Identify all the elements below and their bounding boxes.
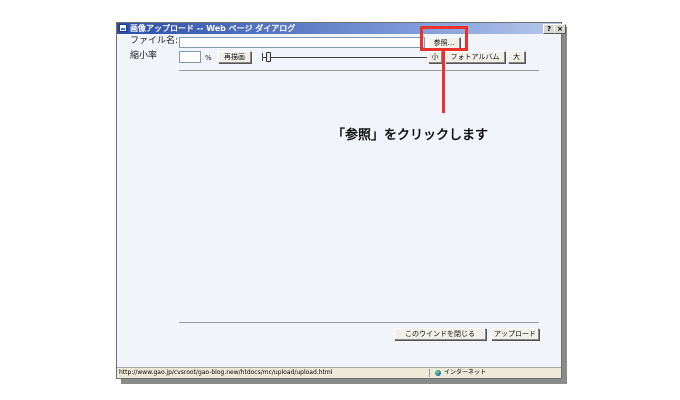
upload-button[interactable]: アップロード (491, 328, 539, 340)
close-button[interactable]: × (554, 24, 566, 34)
upload-dialog-window: 画像アップロード -- Web ページ ダイアログ ? × http://www… (116, 22, 566, 379)
large-button[interactable]: 大 (508, 51, 525, 63)
small-button[interactable]: 小 (428, 51, 442, 63)
close-window-button[interactable]: このウインドを閉じる (394, 328, 486, 340)
photo-album-button[interactable]: フォトアルバム (445, 51, 505, 63)
scale-slider-track[interactable] (262, 57, 427, 58)
status-bar: http://www.gao.jp/cvsroot/gao-blog.new/h… (117, 367, 561, 378)
window-title: 画像アップロード -- Web ページ ダイアログ (130, 24, 296, 33)
browse-highlight-box (420, 26, 468, 51)
internet-globe-icon (435, 369, 441, 376)
percent-unit: % (205, 54, 212, 62)
bottom-divider (179, 322, 539, 323)
status-url: http://www.gao.jp/cvsroot/gao-blog.new/h… (119, 369, 333, 376)
file-name-label: ファイル名: (130, 36, 179, 46)
scale-slider-thumb[interactable] (266, 52, 271, 62)
callout-pointer-line (442, 51, 445, 113)
status-zone-label: インターネット (444, 369, 487, 376)
redraw-button[interactable]: 再描画 (218, 51, 251, 63)
callout-text: 「参照」をクリックします (332, 128, 489, 143)
status-zone: インターネット (435, 368, 486, 378)
scale-label: 縮小率 (130, 51, 158, 61)
status-divider (429, 369, 430, 377)
file-name-input[interactable] (179, 37, 425, 48)
top-divider (179, 70, 539, 71)
title-bar: 画像アップロード -- Web ページ ダイアログ ? × (117, 23, 566, 34)
app-window-icon (119, 24, 127, 32)
scale-input[interactable] (179, 51, 201, 63)
